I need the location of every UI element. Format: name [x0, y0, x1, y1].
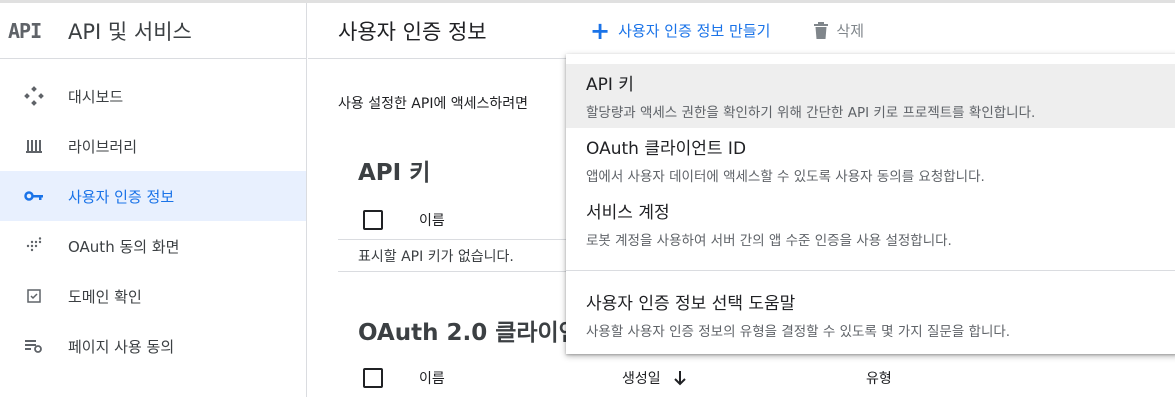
sort-down-arrow-icon: [673, 370, 686, 385]
sidebar-header: API API 및 서비스: [0, 3, 306, 59]
library-icon: [0, 137, 68, 155]
menu-item-description: 사용할 사용자 인증 정보의 유형을 결정할 수 있도록 몇 가지 질문을 합니…: [586, 324, 1011, 340]
sidebar-item-label: 라이브러리: [68, 137, 138, 156]
sidebar-item-label: OAuth 동의 화면: [68, 237, 180, 256]
column-header-type: 유형: [866, 370, 892, 387]
create-credentials-label: 사용자 인증 정보 만들기: [618, 22, 771, 40]
menu-item-credentials-wizard[interactable]: 사용자 인증 정보 선택 도움말 사용할 사용자 인증 정보의 유형을 결정할 …: [566, 283, 1175, 347]
menu-item-oauth-client-id[interactable]: OAuth 클라이언트 ID 앱에서 사용자 데이터에 액세스할 수 있도록 사…: [566, 128, 1175, 192]
delete-button[interactable]: 삭제: [814, 20, 864, 41]
menu-item-title: 서비스 계정: [586, 203, 670, 223]
trash-icon: [814, 22, 829, 39]
api-keys-section-title: API 키: [358, 160, 431, 186]
page-title: 사용자 인증 정보: [338, 19, 487, 44]
menu-divider: [566, 270, 1175, 271]
column-header-created[interactable]: 생성일: [622, 368, 687, 388]
sidebar-item-label: 페이지 사용 동의: [68, 337, 175, 356]
settings-list-icon: [0, 338, 68, 354]
sidebar-nav: 대시보드 라이브러리 사용자 인증 정보 OAuth 동의 화면 도메인 확인: [0, 59, 306, 371]
dashboard-icon: [0, 86, 68, 106]
sidebar-item-oauth-consent[interactable]: OAuth 동의 화면: [0, 221, 306, 271]
create-credentials-button[interactable]: + 사용자 인증 정보 만들기: [590, 19, 770, 43]
menu-item-api-key[interactable]: API 키 할당량과 액세스 권한을 확인하기 위해 간단한 API 키로 프로…: [566, 64, 1175, 128]
checkbox-icon: [0, 288, 68, 304]
sidebar-item-label: 사용자 인증 정보: [68, 187, 175, 206]
main-header: 사용자 인증 정보 + 사용자 인증 정보 만들기 삭제: [308, 3, 1175, 59]
api-logo: API: [8, 18, 42, 43]
oauth-section-title: OAuth 2.0 클라이언: [358, 320, 580, 346]
sidebar-item-credentials[interactable]: 사용자 인증 정보: [0, 171, 306, 221]
plus-icon: +: [590, 16, 611, 45]
menu-item-title: 사용자 인증 정보 선택 도움말: [586, 294, 796, 314]
column-header-created-label: 생성일: [622, 370, 661, 387]
sidebar-item-domain-verification[interactable]: 도메인 확인: [0, 271, 306, 321]
select-all-oauth-checkbox[interactable]: [363, 367, 383, 388]
menu-item-title: OAuth 클라이언트 ID: [586, 139, 747, 159]
select-all-api-keys-checkbox[interactable]: [363, 209, 383, 230]
menu-item-description: 로봇 계정을 사용하여 서버 간의 앱 수준 인증을 사용 설정합니다.: [586, 233, 952, 249]
sidebar-item-page-consent[interactable]: 페이지 사용 동의: [0, 321, 306, 371]
menu-item-description: 할당량과 액세스 권한을 확인하기 위해 간단한 API 키로 프로젝트를 확인…: [586, 105, 1036, 121]
sidebar-item-label: 도메인 확인: [68, 287, 142, 306]
sidebar: API API 및 서비스 대시보드 라이브러리 사용자 인증 정보 OAuth…: [0, 3, 307, 397]
key-icon: [0, 189, 68, 203]
delete-label: 삭제: [836, 22, 865, 40]
create-credentials-menu: API 키 할당량과 액세스 권한을 확인하기 위해 간단한 API 키로 프로…: [566, 54, 1175, 354]
sidebar-item-label: 대시보드: [68, 87, 124, 106]
column-header-name: 이름: [419, 370, 445, 387]
sidebar-item-dashboard[interactable]: 대시보드: [0, 71, 306, 121]
column-header-name: 이름: [419, 212, 445, 229]
menu-item-title: API 키: [586, 75, 634, 95]
sidebar-title: API 및 서비스: [68, 19, 192, 44]
menu-item-description: 앱에서 사용자 데이터에 액세스할 수 있도록 사용자 동의를 요청합니다.: [586, 169, 985, 185]
credentials-description: 사용 설정한 API에 액세스하려면: [338, 96, 529, 112]
consent-screen-icon: [0, 237, 68, 255]
menu-item-service-account[interactable]: 서비스 계정 로봇 계정을 사용하여 서버 간의 앱 수준 인증을 사용 설정합…: [566, 192, 1175, 256]
sidebar-item-library[interactable]: 라이브러리: [0, 121, 306, 171]
oauth-table-header: 이름 생성일 유형: [338, 358, 1175, 397]
